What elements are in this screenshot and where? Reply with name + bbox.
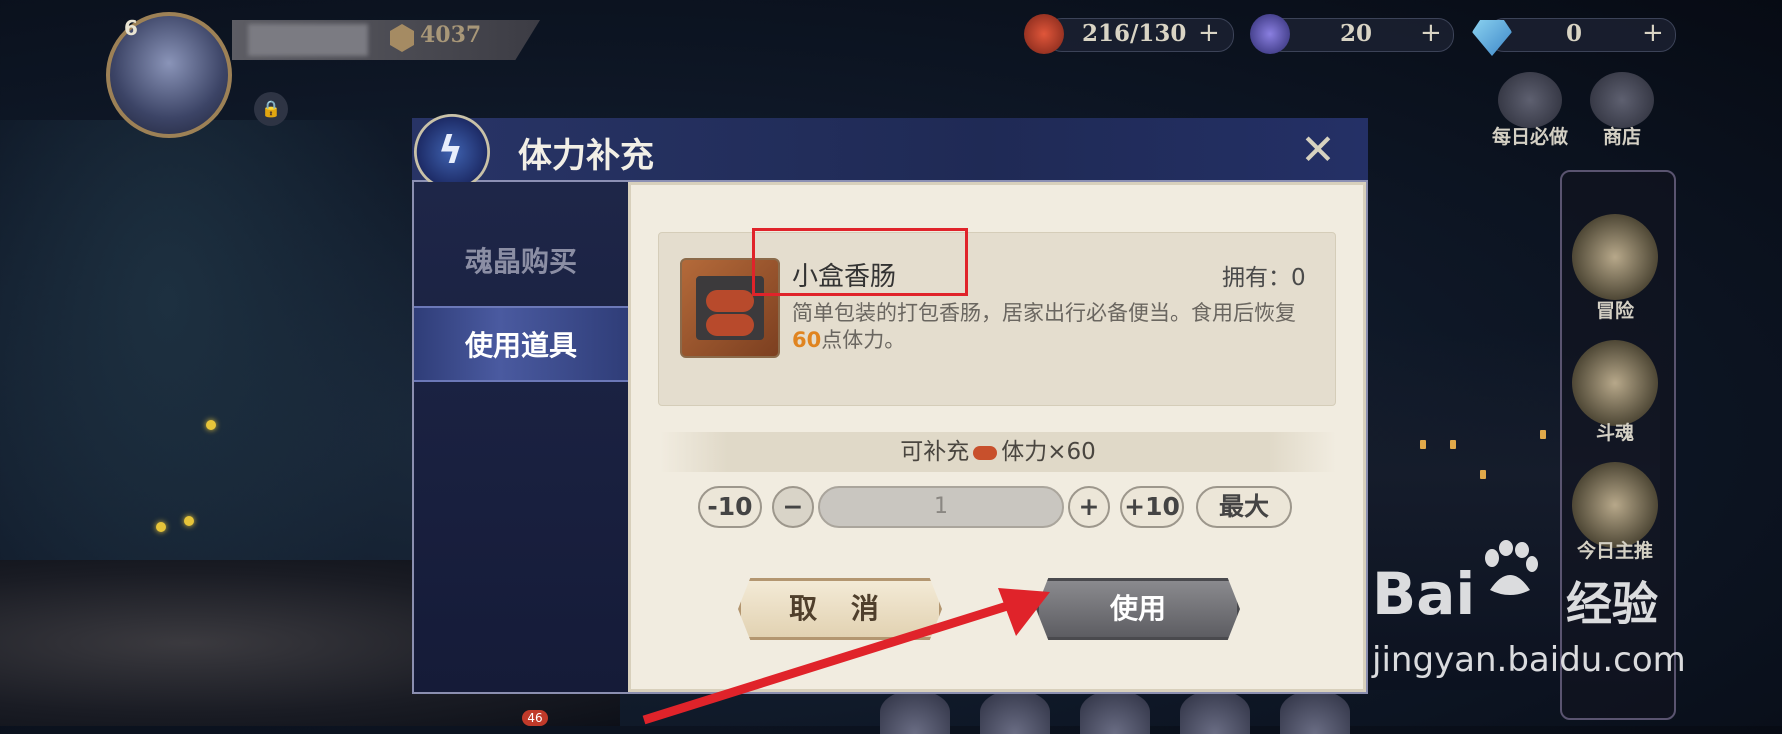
soul-crystal-value: 20 <box>1340 20 1373 47</box>
watermark-brand: Bai <box>1372 560 1476 628</box>
castle-window <box>1540 430 1546 439</box>
adventure-label[interactable]: 冒险 <box>1572 296 1658 323</box>
tab-soul-crystal-buy[interactable]: 魂晶购买 <box>414 224 628 300</box>
arrow-head <box>998 588 1050 636</box>
item-description-value: 60 <box>792 328 822 352</box>
sausage-icon <box>706 314 754 336</box>
castle-window <box>1480 470 1486 479</box>
quantity-input[interactable]: 1 <box>818 486 1064 528</box>
dialog-title: 体力补充 <box>518 136 654 176</box>
annotation-arrow <box>642 588 1050 725</box>
player-name-blurred <box>248 24 368 56</box>
close-icon[interactable]: ✕ <box>1296 128 1340 172</box>
stamina-add-button[interactable]: + <box>1198 18 1220 48</box>
shop-icon[interactable] <box>1590 72 1654 128</box>
castle-window <box>1450 440 1456 449</box>
player-power: 4037 <box>420 22 482 48</box>
player-level: 6 <box>124 16 138 40</box>
item-owned-count: 拥有：0 <box>1222 265 1306 291</box>
arrow-shaft <box>642 597 1022 725</box>
plus-10-button[interactable]: +10 <box>1120 486 1184 528</box>
item-description: 简单包装的打包香肠，居家出行必备便当。食用后恢复 60点体力。 <box>792 300 1312 354</box>
paw-logo-icon <box>1478 540 1542 600</box>
glowing-flower <box>206 420 216 430</box>
refill-suffix: 体力×60 <box>1001 439 1096 465</box>
glowing-flower <box>156 522 166 532</box>
refill-info: 可补充 体力×60 <box>660 432 1336 472</box>
sausage-icon <box>706 290 754 312</box>
item-description-text-end: 点体力。 <box>821 328 906 352</box>
bottom-nav-icon[interactable] <box>1180 690 1250 734</box>
soul-fight-label[interactable]: 斗魂 <box>1572 418 1658 445</box>
max-button[interactable]: 最大 <box>1196 486 1292 528</box>
watermark-url: jingyan.baidu.com <box>1372 640 1686 680</box>
diamond-add-button[interactable]: + <box>1642 18 1664 48</box>
bottom-nav-icon[interactable] <box>1080 690 1150 734</box>
annotation-highlight-box <box>752 228 968 296</box>
soul-fight-icon[interactable] <box>1572 340 1658 426</box>
main-push-label[interactable]: 今日主推 <box>1556 536 1674 563</box>
diamond-value: 0 <box>1566 20 1583 47</box>
shop-label[interactable]: 商店 <box>1590 122 1654 149</box>
soul-crystal-icon <box>1250 14 1290 54</box>
stamina-value: 216/130 <box>1082 20 1187 47</box>
adventure-map-icon[interactable] <box>1572 214 1658 300</box>
daily-tasks-label[interactable]: 每日必做 <box>1478 122 1582 149</box>
notification-badge: 46 <box>522 710 548 726</box>
lightning-icon: ϟ <box>438 128 464 172</box>
watermark-brand-2: 经验 <box>1566 577 1658 631</box>
minus-button[interactable]: − <box>772 486 814 528</box>
minus-10-button[interactable]: -10 <box>698 486 762 528</box>
sausage-stamina-icon <box>973 445 998 460</box>
bottom-nav-icon[interactable] <box>1280 690 1350 734</box>
glowing-flower <box>184 516 194 526</box>
item-description-text: 简单包装的打包香肠，居家出行必备便当。食用后恢复 <box>792 301 1296 325</box>
daily-tasks-icon[interactable] <box>1498 72 1562 128</box>
refill-prefix: 可补充 <box>900 439 970 465</box>
lock-badge-icon[interactable]: 🔒 <box>254 92 288 126</box>
tab-use-item[interactable]: 使用道具 <box>414 306 628 382</box>
soul-crystal-add-button[interactable]: + <box>1420 18 1442 48</box>
plus-button[interactable]: + <box>1068 486 1110 528</box>
sausage-stamina-icon <box>1024 14 1064 54</box>
dialog-side-tabs: 魂晶购买 使用道具 <box>414 182 628 692</box>
castle-window <box>1420 440 1426 449</box>
paw-logo-svg <box>1485 540 1538 595</box>
